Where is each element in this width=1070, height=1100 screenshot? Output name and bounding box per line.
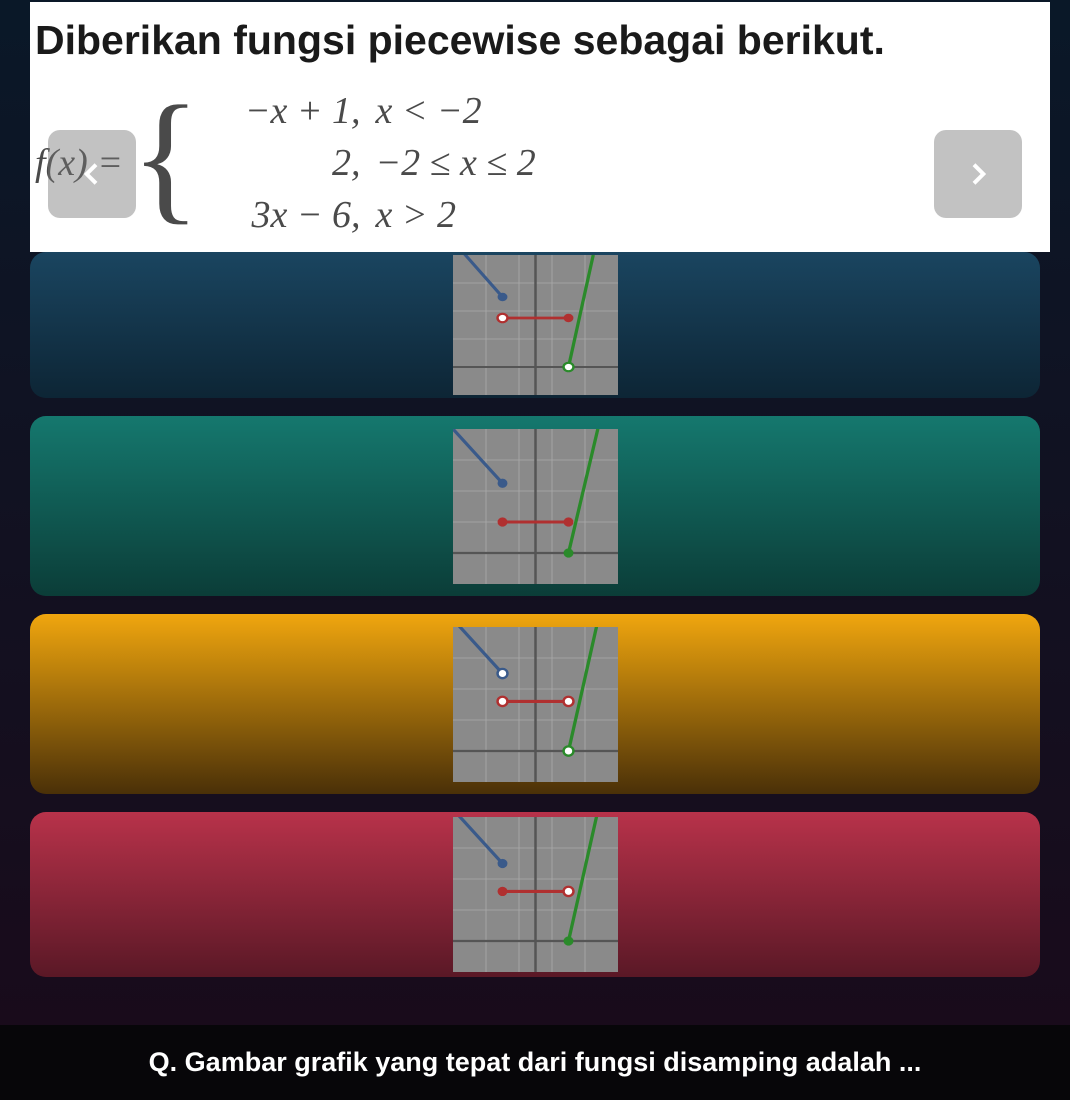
case-row: −x + 1, x < −2: [210, 89, 535, 133]
brace: {: [131, 96, 201, 219]
question-body: Gambar grafik yang tepat dari fungsi dis…: [185, 1047, 922, 1077]
cases: −x + 1, x < −2 2, −2 ≤ x ≤ 2 3x − 6, x >…: [210, 89, 535, 237]
case-row: 2, −2 ≤ x ≤ 2: [210, 141, 535, 185]
graph-thumbnail: [453, 255, 618, 395]
graph-thumbnail: [453, 429, 618, 584]
graph-thumbnail: [453, 627, 618, 782]
answer-option-c[interactable]: [30, 614, 1040, 794]
case-row: 3x − 6, x > 2: [210, 193, 535, 237]
chevron-right-icon: [962, 158, 994, 190]
case-cond: −2 ≤ x ≤ 2: [375, 141, 535, 185]
next-button[interactable]: [934, 130, 1022, 218]
answer-option-d[interactable]: [30, 812, 1040, 977]
prev-button[interactable]: [48, 130, 136, 218]
case-cond: x < −2: [375, 89, 481, 133]
answers-container: [0, 252, 1070, 977]
question-text: Q. Gambar grafik yang tepat dari fungsi …: [30, 1047, 1040, 1078]
question-footer: Q. Gambar grafik yang tepat dari fungsi …: [0, 1025, 1070, 1100]
case-cond: x > 2: [375, 193, 456, 237]
case-expr: −x + 1,: [210, 89, 375, 133]
answer-option-a[interactable]: [30, 252, 1040, 398]
case-expr: 3x − 6,: [210, 193, 375, 237]
case-expr: 2,: [210, 141, 375, 185]
graph-thumbnail: [453, 817, 618, 972]
question-panel: Diberikan fungsi piecewise sebagai berik…: [30, 2, 1050, 252]
question-title: Diberikan fungsi piecewise sebagai berik…: [35, 17, 1045, 64]
answer-option-b[interactable]: [30, 416, 1040, 596]
chevron-left-icon: [76, 158, 108, 190]
question-prefix: Q.: [149, 1047, 178, 1077]
piecewise-definition: f(x) = { −x + 1, x < −2 2, −2 ≤ x ≤ 2 3x…: [35, 89, 1045, 237]
